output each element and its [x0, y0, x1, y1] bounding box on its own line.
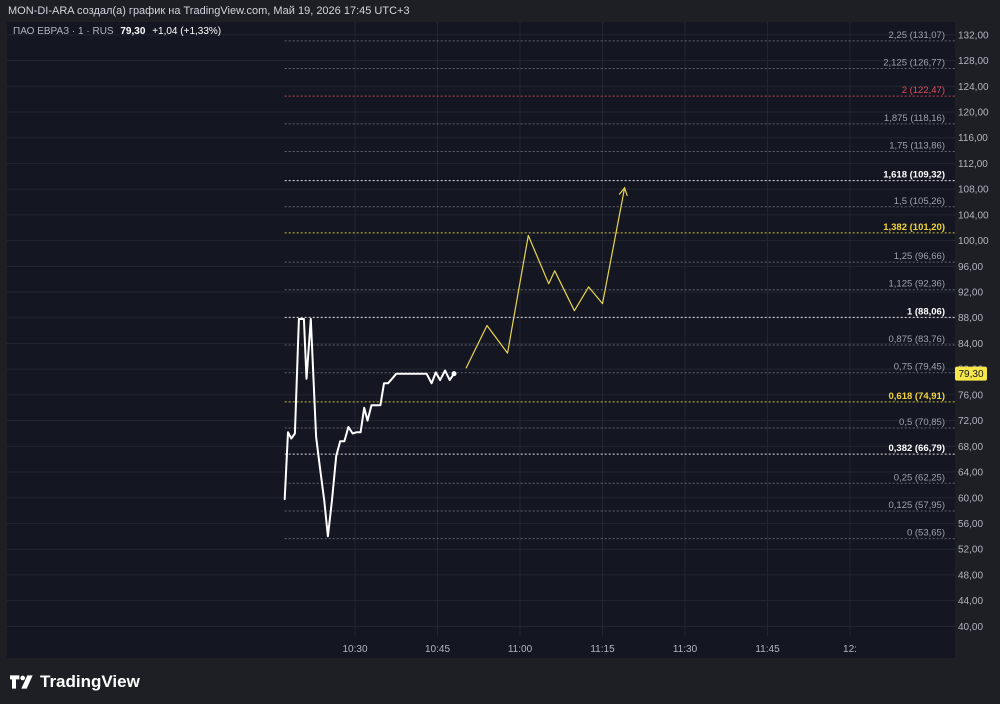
last-price: 79,30 [120, 26, 146, 37]
y-tick-label: 104,00 [958, 210, 989, 221]
grid [7, 22, 955, 636]
x-tick-label: 11:45 [755, 644, 780, 655]
fib-extension-levels[interactable]: 2,25 (131,07) 2,125 (126,77) 2 (122,47) 1,8… [284, 30, 955, 540]
symbol-name: ПАО ЕВРАЗ · 1 · RUS [13, 26, 114, 37]
fib-label: 0,618 (74,91) [888, 391, 945, 402]
symbol-legend[interactable]: ПАО ЕВРАЗ · 1 · RUS 79,30 +1,04 (+1,33%) [13, 26, 221, 37]
price-change: +1,04 (+1,33%) [152, 26, 222, 37]
fib-label: 2,125 (126,77) [883, 57, 945, 68]
y-tick-label: 72,00 [958, 416, 983, 427]
last-price-dot [451, 371, 457, 377]
y-tick-label: 92,00 [958, 288, 983, 299]
fib-label: 1,875 (118,16) [884, 113, 945, 124]
fib-label: 0,5 (70,85) [899, 417, 945, 428]
fib-label: 1,25 (96,66) [894, 251, 945, 262]
fib-label: 2 (122,47) [902, 85, 945, 96]
fib-label: 0,382 (66,79) [888, 443, 945, 454]
y-tick-label: 112,00 [958, 159, 988, 170]
y-tick-label: 124,00 [958, 82, 989, 93]
y-tick-label: 128,00 [958, 56, 989, 67]
y-tick-label: 116,00 [958, 133, 988, 144]
fib-label: 0,25 (62,25) [894, 472, 945, 483]
y-tick-label: 40,00 [958, 622, 983, 633]
x-tick-label: 11:00 [508, 644, 533, 655]
fib-label: 1 (88,06) [907, 306, 945, 317]
tradingview-brand[interactable]: TradingView [10, 672, 140, 692]
fib-label: 1,125 (92,36) [888, 279, 945, 290]
price-chart[interactable]: 2,25 (131,07) 2,125 (126,77) 2 (122,47) 1,8… [0, 0, 1000, 704]
fib-label: 1,5 (105,26) [894, 196, 945, 207]
price-axis[interactable]: 132,00 128,00 124,00 120,00 116,00 112,00 108,… [958, 30, 989, 632]
y-tick-label: 64,00 [958, 468, 983, 479]
x-tick-label: 10:30 [342, 644, 367, 655]
y-tick-label: 76,00 [958, 390, 983, 401]
fib-label: 0,875 (83,76) [888, 334, 945, 345]
y-tick-label: 44,00 [958, 596, 983, 607]
y-tick-label: 48,00 [958, 570, 983, 581]
x-tick-label: 12: [843, 644, 857, 655]
x-tick-label: 10:45 [425, 644, 450, 655]
y-tick-label: 68,00 [958, 442, 983, 453]
current-price-value: 79,30 [958, 369, 983, 380]
y-tick-label: 56,00 [958, 519, 983, 530]
y-tick-label: 52,00 [958, 545, 983, 556]
fib-label: 1,382 (101,20) [883, 222, 945, 233]
y-tick-label: 100,00 [958, 236, 989, 247]
fib-label: 0,75 (79,45) [894, 362, 945, 373]
x-tick-label: 11:15 [590, 644, 615, 655]
fib-label: 0 (53,65) [907, 528, 945, 539]
fib-label: 2,25 (131,07) [888, 30, 945, 41]
fib-label: 0,125 (57,95) [888, 500, 945, 511]
time-axis[interactable]: 10:30 10:45 11:00 11:15 11:30 11:45 12: [342, 644, 856, 655]
current-price-label: 79,30 [955, 366, 987, 381]
tradingview-logo-icon [10, 675, 33, 689]
y-tick-label: 96,00 [958, 262, 983, 273]
x-tick-label: 11:30 [673, 644, 698, 655]
brand-name: TradingView [40, 672, 140, 691]
y-tick-label: 120,00 [958, 108, 989, 119]
y-tick-label: 84,00 [958, 339, 983, 350]
y-tick-label: 60,00 [958, 493, 983, 504]
fib-label: 1,75 (113,86) [889, 140, 945, 151]
y-tick-label: 132,00 [958, 30, 989, 41]
y-tick-label: 108,00 [958, 185, 989, 196]
y-tick-label: 88,00 [958, 313, 983, 324]
fib-label: 1,618 (109,32) [883, 170, 945, 181]
